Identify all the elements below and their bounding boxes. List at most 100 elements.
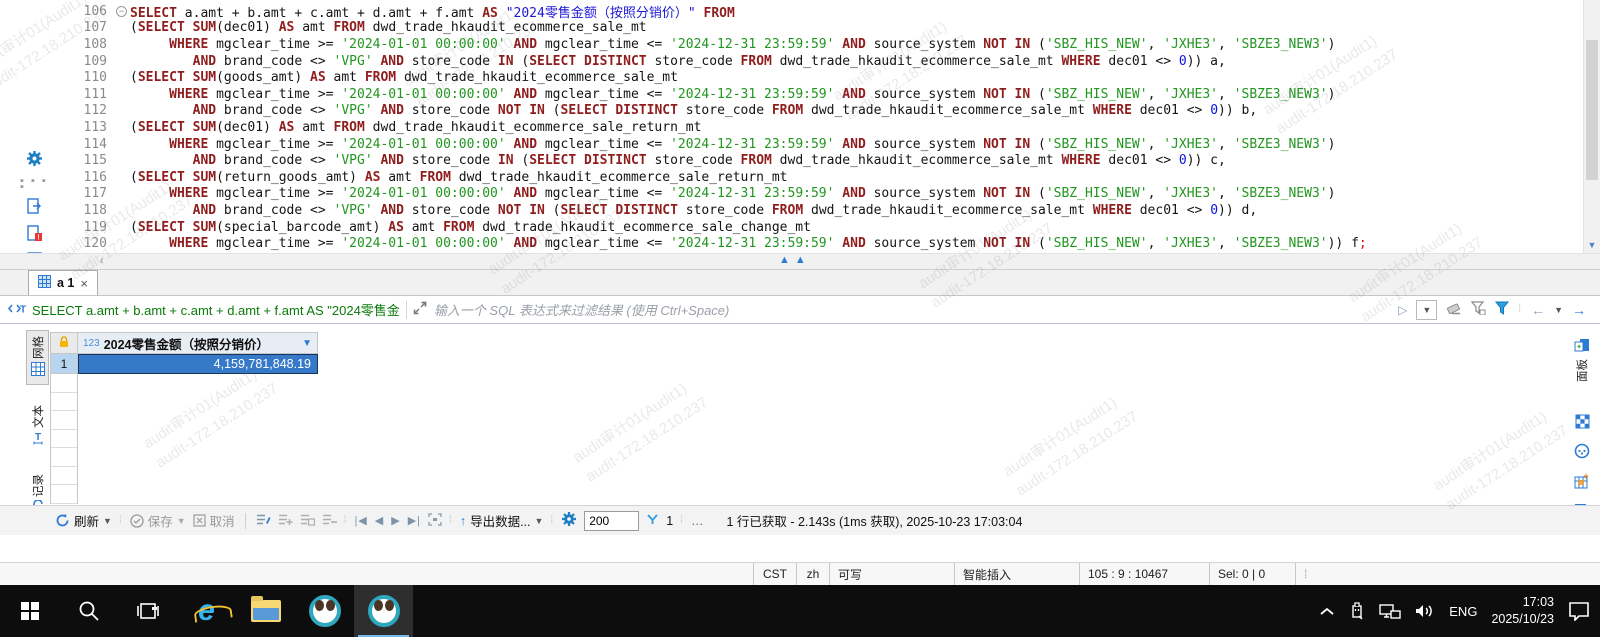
- fold-collapse-icon[interactable]: −: [116, 6, 127, 17]
- code-line: 119(SELECT SUM(special_barcode_amt) AS a…: [78, 219, 1580, 236]
- go-to-row-icon[interactable]: [428, 513, 442, 529]
- view-tab-text[interactable]: 文本 T: [26, 399, 49, 454]
- numeric-type-icon: 123: [83, 338, 100, 349]
- caret-position-indicator[interactable]: 105 : 9 : 10467: [1079, 563, 1209, 585]
- filter-funnel-icon[interactable]: [1495, 301, 1509, 318]
- forward-icon[interactable]: →: [1572, 302, 1586, 318]
- row-number-cell[interactable]: 1: [50, 354, 78, 374]
- add-row-icon[interactable]: [278, 513, 293, 529]
- refresh-dropdown-icon[interactable]: ▼: [103, 516, 112, 526]
- empty-row-gutter[interactable]: [50, 448, 78, 467]
- start-button[interactable]: [0, 585, 59, 637]
- fetch-next-icon[interactable]: [646, 513, 659, 529]
- svg-text:+: +: [1583, 473, 1588, 481]
- windows-taskbar: e ENG 17:03 2025/10/23: [0, 585, 1600, 637]
- code-line: 115 AND brand_code <> 'VPG' AND store_co…: [78, 152, 1580, 169]
- previous-row-icon[interactable]: ◀: [375, 514, 384, 527]
- file-explorer-button[interactable]: [236, 585, 295, 637]
- tray-chevron-up-icon[interactable]: [1319, 606, 1335, 616]
- scroll-down-icon[interactable]: ▼: [1584, 237, 1600, 253]
- save-button[interactable]: 保存▼: [130, 511, 186, 530]
- back-icon[interactable]: ←: [1531, 302, 1545, 318]
- timezone-indicator[interactable]: CST: [753, 563, 796, 585]
- notification-center-icon[interactable]: [1568, 601, 1590, 621]
- result-settings-gear-icon[interactable]: [561, 511, 577, 530]
- empty-row-gutter[interactable]: [50, 467, 78, 486]
- maximize-panel-icon[interactable]: ▲▲: [779, 254, 811, 266]
- scrollbar-thumb[interactable]: [1586, 40, 1598, 180]
- status-bar: CST zh 可写 智能插入 105 : 9 : 10467 Sel: 0 | …: [0, 562, 1600, 585]
- usb-tray-icon[interactable]: [1349, 602, 1365, 620]
- editor-vertical-scrollbar[interactable]: ▼: [1583, 0, 1600, 253]
- cancel-icon: [193, 514, 206, 527]
- column-header[interactable]: 123 2024零售金额（按照分销价） ▼: [78, 332, 318, 354]
- duplicate-row-icon[interactable]: [300, 513, 315, 529]
- column-dropdown-icon[interactable]: ▼: [302, 338, 312, 349]
- next-row-icon[interactable]: ▶: [391, 514, 400, 527]
- empty-row-gutter[interactable]: [50, 393, 78, 412]
- apply-filter-play-icon[interactable]: ▷: [1398, 303, 1407, 317]
- divider: ⁞: [1518, 304, 1522, 315]
- filter-history-dropdown[interactable]: ▼: [1416, 300, 1437, 320]
- filter-query-text[interactable]: SELECT a.amt + b.amt + c.amt + d.amt + f…: [32, 300, 400, 319]
- line-number: 113: [78, 120, 116, 135]
- internet-explorer-button[interactable]: e: [177, 585, 236, 637]
- history-dropdown-icon[interactable]: ▼: [1554, 305, 1563, 315]
- first-row-icon[interactable]: |◀: [354, 514, 367, 527]
- divider: [406, 301, 407, 319]
- empty-row-gutter[interactable]: [50, 485, 78, 504]
- last-row-icon[interactable]: ▶|: [408, 514, 421, 527]
- volume-tray-icon[interactable]: [1415, 603, 1435, 619]
- selection-indicator[interactable]: Sel: 0 | 0: [1209, 563, 1295, 585]
- export-dropdown-icon[interactable]: ▼: [535, 516, 544, 526]
- result-value-cell[interactable]: 4,159,781,848.19: [78, 354, 318, 374]
- empty-row-gutter[interactable]: [50, 430, 78, 449]
- expand-filter-icon[interactable]: [413, 301, 427, 318]
- export-data-button[interactable]: ↑ 导出数据...▼: [460, 511, 544, 530]
- writable-indicator[interactable]: 可写: [829, 563, 954, 585]
- panel-tab[interactable]: ✦ 面板: [1572, 332, 1592, 388]
- more-button[interactable]: …: [691, 514, 704, 528]
- results-tab[interactable]: a 1 ×: [28, 270, 98, 295]
- results-toolbar: 刷新▼ ⁞ 保存▼ 取消 ⁞ |◀ ◀ ▶ ▶| ⁞ ↑ 导出数据...▼ ⁞ …: [0, 505, 1600, 535]
- filter-input-placeholder[interactable]: 输入一个 SQL 表达式来过滤结果 (使用 Ctrl+Space): [434, 300, 1398, 319]
- taskbar-clock[interactable]: 17:03 2025/10/23: [1491, 594, 1554, 628]
- view-tab-record[interactable]: 记录: [26, 468, 49, 505]
- filter-settings-icon[interactable]: [1471, 301, 1486, 318]
- editor-horizontal-scrollbar[interactable]: ‹ ▲▲: [0, 253, 1600, 270]
- edit-value-icon[interactable]: [256, 513, 271, 529]
- scroll-left-icon[interactable]: ‹: [100, 255, 104, 267]
- refresh-button[interactable]: 刷新▼: [55, 511, 112, 530]
- metadata-grid-icon[interactable]: +: [1574, 473, 1590, 492]
- svg-text:T: T: [34, 432, 40, 443]
- task-view-button[interactable]: [118, 585, 177, 637]
- erase-filter-icon[interactable]: [1446, 301, 1462, 318]
- value-circle-icon[interactable]: [1574, 443, 1590, 462]
- dbeaver-active-button[interactable]: [354, 585, 413, 637]
- language-indicator[interactable]: zh: [796, 563, 829, 585]
- code-lines[interactable]: 106−SELECT a.amt + b.amt + c.amt + d.amt…: [78, 3, 1580, 252]
- sql-settings-gear-icon[interactable]: [26, 150, 43, 170]
- dbeaver-pinned-button[interactable]: [295, 585, 354, 637]
- cancel-button[interactable]: 取消: [193, 511, 235, 530]
- empty-row-gutter[interactable]: [50, 374, 78, 393]
- value-viewer-icon[interactable]: [1575, 414, 1590, 432]
- save-dropdown-icon[interactable]: ▼: [177, 516, 186, 526]
- svg-text:✦: ✦: [1576, 343, 1582, 351]
- taskbar-search-button[interactable]: [59, 585, 118, 637]
- text-view-icon: T: [31, 431, 45, 448]
- empty-row-gutter[interactable]: [50, 411, 78, 430]
- insert-mode-indicator[interactable]: 智能插入: [954, 563, 1079, 585]
- sql-editor[interactable]: ▪ ▪ ▪ ▪ ! (■) 106−SELECT a.amt + b.amt +…: [0, 0, 1600, 253]
- drag-handle-dots[interactable]: ▪ ▪ ▪ ▪: [20, 178, 48, 190]
- line-number: 106: [78, 4, 116, 19]
- export-script-icon[interactable]: [27, 198, 42, 217]
- close-tab-icon[interactable]: ×: [80, 276, 88, 291]
- network-tray-icon[interactable]: [1379, 603, 1401, 620]
- script-error-icon[interactable]: !: [27, 225, 42, 244]
- grid-corner-cell[interactable]: [50, 332, 78, 354]
- view-tab-grid[interactable]: 网格: [26, 330, 49, 385]
- input-language-indicator[interactable]: ENG: [1449, 604, 1477, 619]
- fetch-size-input[interactable]: [584, 511, 639, 531]
- delete-row-icon[interactable]: [322, 513, 337, 529]
